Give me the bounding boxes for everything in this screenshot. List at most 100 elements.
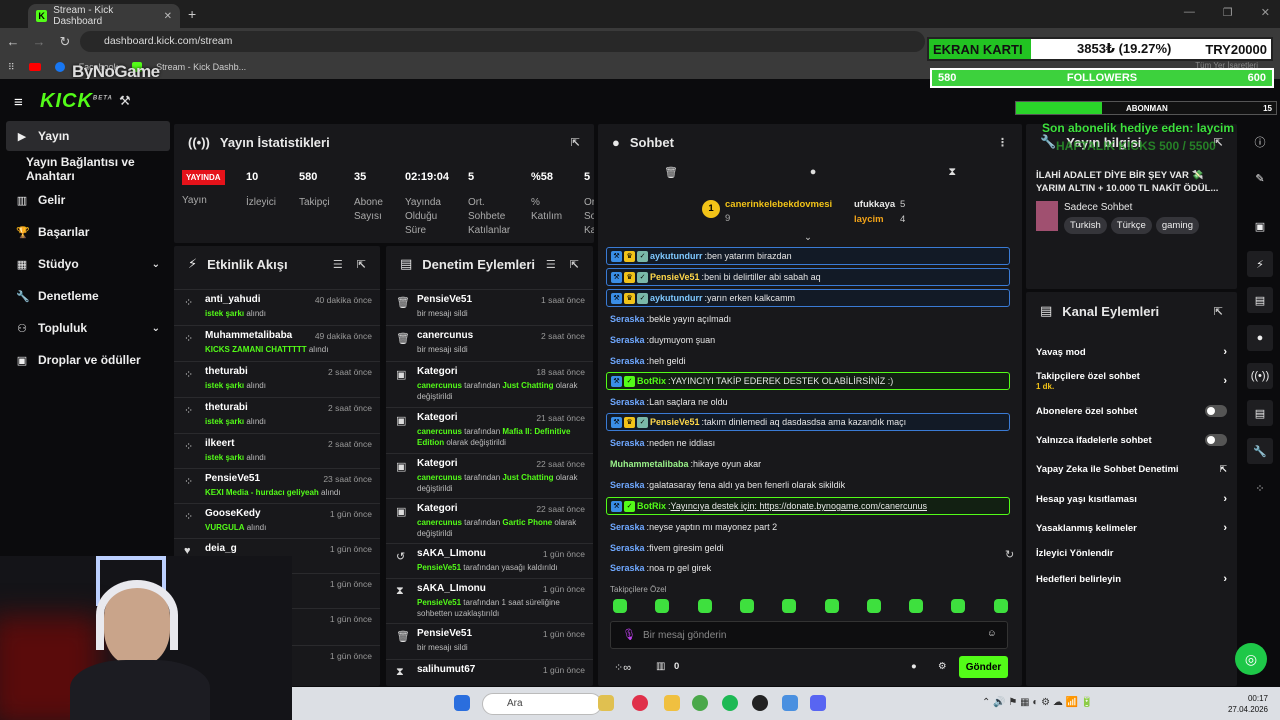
rail-info-icon[interactable]: ⓘ — [1247, 129, 1273, 155]
actor[interactable]: PensieVe51 — [417, 563, 461, 572]
forward-icon[interactable]: → — [26, 34, 52, 49]
rail-list-icon[interactable]: ▤ — [1247, 400, 1273, 426]
chat-username[interactable]: Seraska — [610, 480, 645, 490]
bookmark-stream[interactable]: Stream - Kick Dashb... — [156, 62, 246, 72]
rail-capture-icon[interactable]: ▣ — [1247, 213, 1273, 239]
toggle-switch[interactable] — [1205, 434, 1227, 446]
channel-action-item[interactable]: Hedefleri belirleyin › — [1036, 568, 1227, 590]
channel-action-item[interactable]: Yasaklanmış kelimeler › — [1036, 517, 1227, 539]
channel-action-item[interactable]: Takipçilere özel sohbet 1 dk. › — [1036, 370, 1227, 392]
event-user[interactable]: theturabi — [205, 366, 248, 377]
app-media-icon[interactable] — [632, 695, 648, 711]
reload-icon[interactable]: ↻ — [52, 34, 78, 50]
spotify-icon[interactable] — [722, 695, 738, 711]
actor[interactable]: PensieVe51 — [417, 598, 461, 607]
emote-icon[interactable] — [866, 599, 881, 613]
discord-icon[interactable] — [810, 695, 826, 711]
send-button[interactable]: Gönder — [959, 656, 1008, 678]
kick-logo[interactable]: KICKBETA — [40, 90, 113, 113]
close-tab-icon[interactable]: ✕ — [164, 11, 172, 22]
leaderboard-third-name[interactable]: laycim — [854, 214, 884, 225]
emote-icon[interactable] — [993, 599, 1008, 613]
sidebar-item-topluluk[interactable]: ⚇ Topluluk ⌄ — [6, 313, 170, 343]
popout-icon[interactable]: ⇱ — [1214, 305, 1223, 318]
toggle-switch[interactable] — [1205, 405, 1227, 417]
emote-icon[interactable] — [951, 599, 966, 613]
chat-username[interactable]: Seraska — [610, 522, 645, 532]
chat-username[interactable]: Seraska — [610, 397, 645, 407]
new-tab-button[interactable]: + — [188, 6, 196, 22]
rail-edit-icon[interactable]: ✎ — [1247, 165, 1273, 191]
event-user[interactable]: PensieVe51 — [205, 473, 260, 484]
channel-action-item[interactable]: Abonelere özel sohbet — [1036, 400, 1227, 422]
category-name[interactable]: Sadece Sohbet — [1064, 202, 1132, 213]
emote-icon[interactable] — [909, 599, 924, 613]
windows-start-icon[interactable] — [454, 695, 470, 711]
mic-icon[interactable]: 🎙 — [622, 628, 636, 641]
collapse-icon[interactable]: ⌄ — [804, 232, 812, 243]
rail-chat-icon[interactable]: ● — [1247, 325, 1273, 351]
tag[interactable]: Türkçe — [1110, 217, 1152, 234]
chat-username[interactable]: Seraska — [610, 335, 645, 345]
event-user[interactable]: Muhammetalibaba — [205, 330, 292, 341]
sidebar-item-yayin[interactable]: ▶ Yayın — [6, 121, 170, 151]
actor[interactable]: canercunus — [417, 381, 462, 390]
channel-action-item[interactable]: Hesap yaşı kısıtlaması › — [1036, 488, 1227, 510]
chat-username[interactable]: Seraska — [610, 563, 645, 573]
popout-icon[interactable]: ⇱ — [571, 136, 580, 149]
maximize-icon[interactable]: ❐ — [1223, 6, 1233, 19]
leaderboard-first-name[interactable]: canerinkelebekdovmesi — [725, 199, 832, 210]
chat-username[interactable]: aykutundurr — [650, 293, 703, 303]
points-icon[interactable]: ▥ — [656, 661, 665, 672]
event-user[interactable]: anti_yahudi — [205, 294, 261, 305]
more-options-icon[interactable]: ⋮ — [997, 136, 1008, 149]
trash-icon[interactable]: 🗑 — [664, 166, 678, 179]
chat-icon[interactable]: ● — [810, 166, 817, 178]
chat-username[interactable]: aykutundurr — [650, 251, 703, 261]
tag[interactable]: Turkish — [1064, 217, 1107, 234]
hourglass-icon[interactable]: ⧗ — [948, 166, 956, 179]
rail-live-icon[interactable]: ((•)) — [1247, 363, 1273, 389]
close-window-icon[interactable]: ✕ — [1261, 6, 1270, 19]
taskbar-search[interactable]: Ara — [482, 693, 602, 715]
sidebar-item-denetleme[interactable]: 🔧 Denetleme — [6, 281, 170, 311]
chat-username[interactable]: PensieVe51 — [650, 272, 700, 282]
emote-icon[interactable] — [824, 599, 839, 613]
event-user[interactable]: ilkeert — [205, 438, 234, 449]
chat-username[interactable]: Seraska — [610, 543, 645, 553]
chat-username[interactable]: Muhammetalibaba — [610, 459, 689, 469]
youtube-bookmark-icon[interactable] — [28, 63, 41, 71]
chat-username[interactable]: Seraska — [610, 438, 645, 448]
sidebar-item-gelir[interactable]: ▥ Gelir — [6, 185, 170, 215]
support-fab-icon[interactable]: ◎ — [1235, 643, 1267, 675]
chat-username[interactable]: Seraska — [610, 356, 645, 366]
sidebar-item-basarilar[interactable]: 🏆 Başarılar — [6, 217, 170, 247]
minimize-icon[interactable]: — — [1184, 6, 1195, 19]
rail-community-icon[interactable]: ⁘ — [1247, 475, 1273, 501]
channel-action-item[interactable]: İzleyici Yönlendir — [1036, 542, 1227, 564]
back-icon[interactable]: ← — [0, 34, 26, 49]
url-field[interactable]: dashboard.kick.com/stream — [80, 31, 925, 52]
apps-icon[interactable]: ⠿ — [8, 62, 15, 73]
rail-bolt-icon[interactable]: ⚡ — [1247, 251, 1273, 277]
app-widget-icon[interactable] — [598, 695, 614, 711]
filter-icon[interactable]: ☰ — [333, 258, 343, 271]
infinity-icon[interactable]: ⁘∞ — [614, 661, 631, 674]
channel-action-item[interactable]: Yavaş mod › — [1036, 341, 1227, 363]
event-user[interactable]: deia_g — [205, 543, 237, 554]
popout-icon[interactable]: ⇱ — [570, 258, 579, 271]
gear-icon[interactable]: ⚙ — [938, 661, 947, 672]
actor[interactable]: canercunus — [417, 518, 462, 527]
chat-username[interactable]: Seraska — [610, 314, 645, 324]
tag[interactable]: gaming — [1155, 217, 1200, 234]
emoji-icon[interactable]: ☺ — [987, 628, 997, 639]
emote-icon[interactable] — [782, 599, 797, 613]
clock[interactable]: 00:17 27.04.2026 — [1228, 693, 1268, 715]
rail-wrench-icon[interactable]: 🔧 — [1247, 438, 1273, 464]
emote-icon[interactable] — [613, 599, 627, 613]
channel-action-item[interactable]: Yalnızca ifadelerle sohbet — [1036, 429, 1227, 451]
facebook-bookmark-icon[interactable] — [54, 62, 65, 72]
leaderboard-second-name[interactable]: ufukkaya — [854, 199, 895, 210]
chat-username[interactable]: BotRix — [637, 501, 666, 511]
event-user[interactable]: theturabi — [205, 402, 248, 413]
